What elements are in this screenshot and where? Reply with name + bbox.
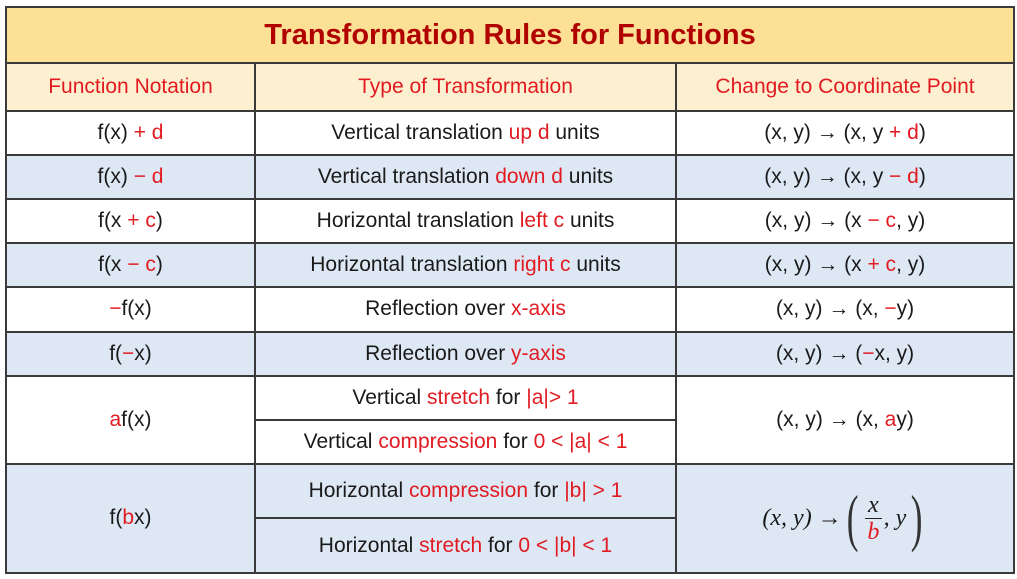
type-cell: Vertical translation down d units (254, 153, 677, 201)
type-cell: Reflection over y-axis (254, 330, 677, 377)
left-paren-icon: ( (846, 482, 859, 554)
table-row: f(x) − d Vertical translation down d uni… (5, 153, 1016, 201)
change-cell: (x, y) → (x − c, y) (674, 198, 1016, 245)
type-cell: Horizontal translation left c units (254, 198, 677, 245)
header-row: Function Notation Type of Transformation… (5, 62, 1016, 112)
table-row: f(x − c) Horizontal translation right c … (5, 242, 1016, 289)
table-title: Transformation Rules for Functions (264, 18, 756, 51)
table-row: f(x + c) Horizontal translation left c u… (5, 198, 1016, 245)
table-row: f(x) + d Vertical translation up d units… (5, 109, 1016, 156)
change-cell: (x, y) → (x, y + d) (674, 109, 1016, 156)
notation-cell: f(x − c) (5, 242, 256, 289)
change-cell: (x, y) → ( x b , y ) (674, 462, 1016, 575)
type-cell: Vertical compression for 0 < |a| < 1 (254, 418, 677, 465)
notation-cell: f(−x) (5, 330, 256, 377)
change-cell: (x, y) → (−x, y) (674, 330, 1016, 377)
table-row-vertical-stretch: af(x) Vertical stretch for |a|> 1 (x, y)… (5, 374, 1016, 465)
notation-cell: −f(x) (5, 286, 256, 333)
type-cell: Vertical translation up d units (254, 109, 677, 156)
table-row: −f(x) Reflection over x-axis (x, y) → (x… (5, 286, 1016, 333)
table-row: f(−x) Reflection over y-axis (x, y) → (−… (5, 330, 1016, 377)
header-function-notation: Function Notation (5, 62, 256, 112)
header-change-to-coordinate-point: Change to Coordinate Point (674, 62, 1016, 112)
table-row-horizontal-compression: f(bx) Horizontal compression for |b| > 1… (5, 462, 1016, 575)
table-title-cell: Transformation Rules for Functions (4, 5, 1016, 65)
fraction-formula: (x, y) → ( x b , y ) (762, 482, 923, 554)
notation-cell: af(x) (5, 374, 256, 465)
notation-cell: f(x + c) (5, 198, 256, 245)
change-cell: (x, y) → (x + c, y) (674, 242, 1016, 289)
right-paren-icon: ) (911, 482, 923, 554)
type-cell: Horizontal translation right c units (254, 242, 677, 289)
type-cell: Horizontal compression for |b| > 1 (254, 462, 677, 520)
notation-cell: f(x) − d (5, 153, 256, 201)
transformation-rules-table: Transformation Rules for Functions Funct… (4, 5, 1016, 575)
notation-cell: f(bx) (5, 462, 256, 575)
change-cell: (x, y) → (x, ay) (674, 374, 1016, 465)
type-cell: Reflection over x-axis (254, 286, 677, 333)
notation-cell: f(x) + d (5, 109, 256, 156)
change-cell: (x, y) → (x, y − d) (674, 153, 1016, 201)
type-cell: Vertical stretch for |a|> 1 (254, 374, 677, 421)
type-cell: Horizontal stretch for 0 < |b| < 1 (254, 517, 677, 574)
header-type-of-transformation: Type of Transformation (254, 62, 677, 112)
change-cell: (x, y) → (x, −y) (674, 286, 1016, 333)
